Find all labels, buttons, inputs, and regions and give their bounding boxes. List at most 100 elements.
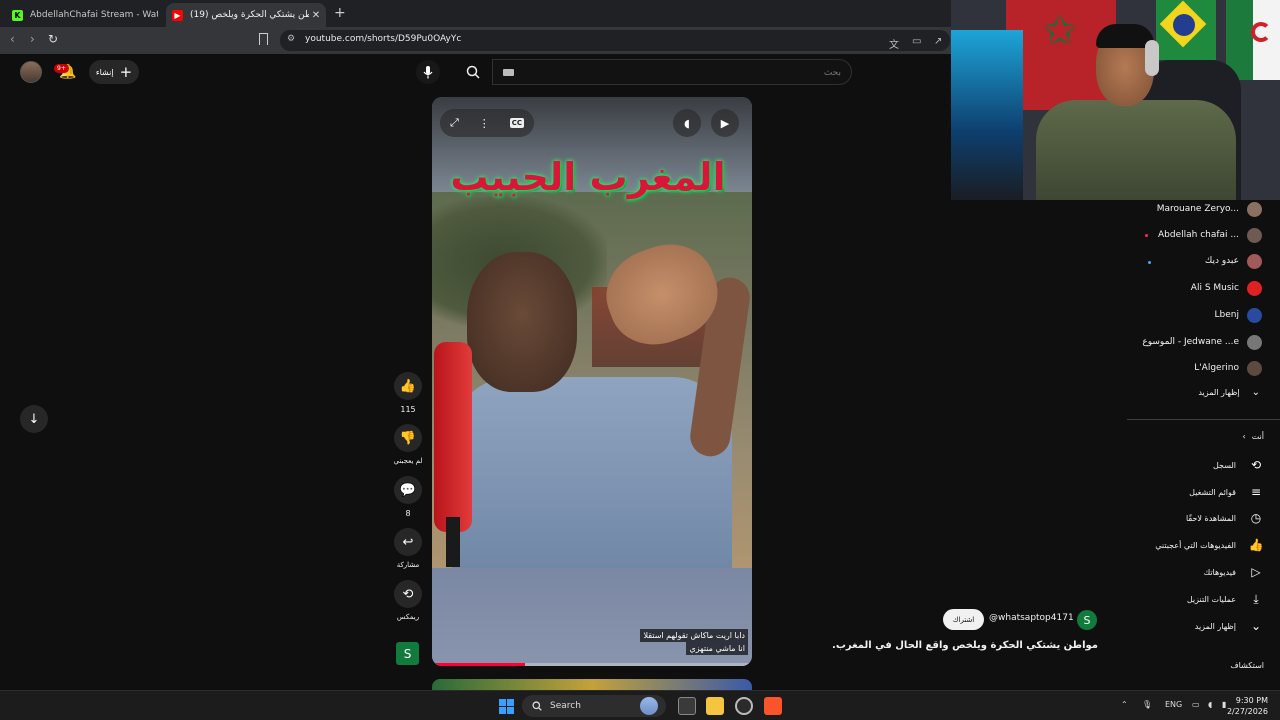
brave-browser-icon[interactable] — [764, 697, 782, 715]
chevron-down-icon: ⌄ — [1251, 387, 1260, 398]
search-field[interactable] — [492, 59, 852, 85]
chat-user-name: Marouane Zeryo... — [1156, 204, 1239, 214]
user-avatar — [1247, 307, 1262, 323]
comments-action[interactable]: 💬 8 — [392, 476, 424, 518]
video-frame-body — [452, 377, 732, 577]
remix-label: ريمكس — [396, 613, 420, 621]
youtube-icon: ▶ — [172, 9, 183, 21]
user-avatar — [1247, 334, 1262, 350]
show-more-subscriptions[interactable]: ⌄ إظهار المزيد — [1198, 387, 1260, 398]
subscribe-button[interactable]: اشتراك — [943, 609, 984, 630]
forward-icon[interactable]: › — [30, 32, 35, 46]
thumbs-up-icon[interactable]: 👍 — [394, 372, 422, 400]
guide-item-your-videos[interactable]: ▷ فيديوهاتك — [1204, 563, 1264, 581]
brazil-flag-globe — [1173, 14, 1195, 36]
headset-icon — [1145, 40, 1159, 76]
guide-item-downloads[interactable]: ⤓ عمليات التنزيل — [1187, 590, 1264, 608]
show-more-label: إظهار المزيد — [1198, 388, 1240, 397]
more-options-icon[interactable]: ⋮ — [479, 117, 490, 130]
user-avatar — [1247, 201, 1262, 217]
tray-overflow-icon[interactable]: ⌃ — [1121, 700, 1128, 709]
guide-item-label: السجل — [1212, 460, 1236, 470]
video-progress-fill — [432, 663, 525, 666]
user-avatar — [1247, 253, 1262, 269]
translate-icon[interactable]: 文 — [889, 36, 899, 51]
new-tab-icon[interactable]: + — [334, 5, 346, 21]
volume-icon: ◖ — [684, 116, 690, 130]
video-progress-bar[interactable] — [432, 663, 752, 666]
thumbs-down-icon[interactable]: 👎 — [394, 424, 422, 452]
shorts-video-player[interactable]: المغرب الحبيب ⤢ ⋮ CC ◖ ▶ دابا اريت ماكاش… — [432, 97, 752, 666]
chat-user[interactable]: L'Algerino — [1194, 360, 1262, 376]
system-clock[interactable]: 9:30 PM 2/27/2026 — [1227, 695, 1268, 717]
volume-icon[interactable]: ◖ — [1208, 700, 1212, 709]
remix-icon[interactable]: ⟲ — [394, 580, 422, 608]
channel-handle[interactable]: @whatsaptop4171 — [989, 613, 1074, 623]
address-bar[interactable]: ⚙ youtube.com/shorts/D59Pu0OAyYc 文 ▭ ↗ — [280, 30, 950, 51]
tab-youtube-short[interactable]: ▶ (19) مواطن يشتكي الحكرة ويلخص ✕ — [166, 3, 326, 27]
play-icon: ▶ — [720, 116, 730, 130]
tab-title: (19) مواطن يشتكي الحكرة ويلخص — [190, 10, 309, 20]
keyboard-icon[interactable] — [503, 69, 514, 76]
task-view-icon[interactable] — [678, 697, 696, 715]
caption-line: دابا اريت ماكاش تقولهم استقلا — [640, 629, 748, 642]
comment-icon[interactable]: 💬 — [394, 476, 422, 504]
create-label: إنشاء — [95, 67, 114, 77]
microphone-icon[interactable]: 🎙 — [1142, 700, 1152, 709]
voice-search-button[interactable] — [416, 60, 440, 84]
site-info-icon[interactable]: ⚙ — [287, 34, 295, 44]
you-section-header[interactable]: ‹ أنت — [1242, 432, 1264, 441]
chat-user[interactable]: الموسوع - Jedwane ...e — [1142, 334, 1262, 350]
channel-avatar[interactable]: S — [1077, 610, 1097, 630]
file-explorer-icon[interactable] — [706, 697, 724, 715]
back-icon[interactable]: ‹ — [10, 32, 15, 46]
video-title[interactable]: مواطن يشتكي الحكرة ويلخص واقع الحال في ا… — [832, 640, 1098, 651]
reload-icon[interactable]: ↻ — [48, 32, 58, 46]
chat-user[interactable]: Ali S Music — [1191, 280, 1262, 296]
search-button[interactable] — [460, 60, 486, 84]
download-icon: ⤓ — [1253, 591, 1259, 606]
guide-item-liked-videos[interactable]: 👍 الفيديوهات التي أعجبتني — [1155, 536, 1264, 554]
guide-item-label: إظهار المزيد — [1194, 621, 1236, 631]
widgets-icon[interactable] — [640, 697, 658, 715]
captions-icon[interactable]: CC — [509, 118, 525, 128]
next-short-button[interactable]: ↓ — [20, 405, 48, 433]
chat-user[interactable]: عبدو ديك — [1205, 253, 1262, 269]
chat-user[interactable]: Marouane Zeryo... — [1157, 201, 1262, 217]
search-input[interactable] — [493, 61, 851, 85]
language-indicator[interactable]: ENG — [1165, 700, 1182, 709]
tab-kick-stream[interactable]: K AbdellahChafai Stream - Watch Live o — [6, 3, 158, 27]
chat-user[interactable]: Lbenj — [1215, 307, 1262, 323]
battery-icon[interactable]: ▮ — [1222, 700, 1226, 709]
gaming-pc — [951, 30, 1023, 200]
like-action[interactable]: 👍 115 — [392, 372, 424, 414]
obs-icon[interactable] — [735, 697, 753, 715]
comment-count: 8 — [405, 509, 411, 518]
share-arrow-icon[interactable]: ↩ — [394, 528, 422, 556]
microphone-icon — [423, 65, 433, 78]
bookmark-icon[interactable] — [259, 33, 268, 45]
channel-thumbnail[interactable]: S — [396, 642, 419, 665]
guide-item-history[interactable]: ⟲ السجل — [1213, 456, 1264, 474]
chat-user[interactable]: Abdellah chafai ... — [1158, 227, 1262, 243]
fullscreen-icon[interactable]: ⤢ — [450, 116, 459, 130]
network-icon[interactable]: ▭ — [1192, 700, 1200, 709]
share-action[interactable]: ↩ مشاركة — [392, 528, 424, 569]
close-tab-icon[interactable]: ✕ — [309, 10, 323, 21]
volume-button[interactable]: ◖ — [673, 109, 701, 137]
share-icon[interactable]: ↗ — [934, 36, 942, 47]
guide-item-watch-later[interactable]: ◷ المشاهدة لاحقًا — [1186, 509, 1264, 527]
guide-item-playlists[interactable]: ≡ قوائم التشغيل — [1189, 483, 1264, 501]
remix-action[interactable]: ⟲ ريمكس — [392, 580, 424, 621]
dislike-action[interactable]: 👎 لم يعجبني — [392, 424, 424, 465]
thumbs-up-icon: 👍 — [1248, 538, 1264, 552]
taskbar-search-label: Search — [550, 701, 581, 711]
chevron-left-icon: ‹ — [1242, 432, 1246, 441]
play-button[interactable]: ▶ — [711, 109, 739, 137]
cast-icon[interactable]: ▭ — [912, 36, 921, 47]
create-button[interactable]: إنشاء + — [89, 60, 139, 84]
guide-item-show-more[interactable]: ⌄ إظهار المزيد — [1195, 617, 1264, 635]
video-frame-microphone — [434, 342, 472, 532]
windows-start-icon[interactable] — [499, 699, 514, 714]
account-avatar[interactable] — [20, 61, 42, 83]
